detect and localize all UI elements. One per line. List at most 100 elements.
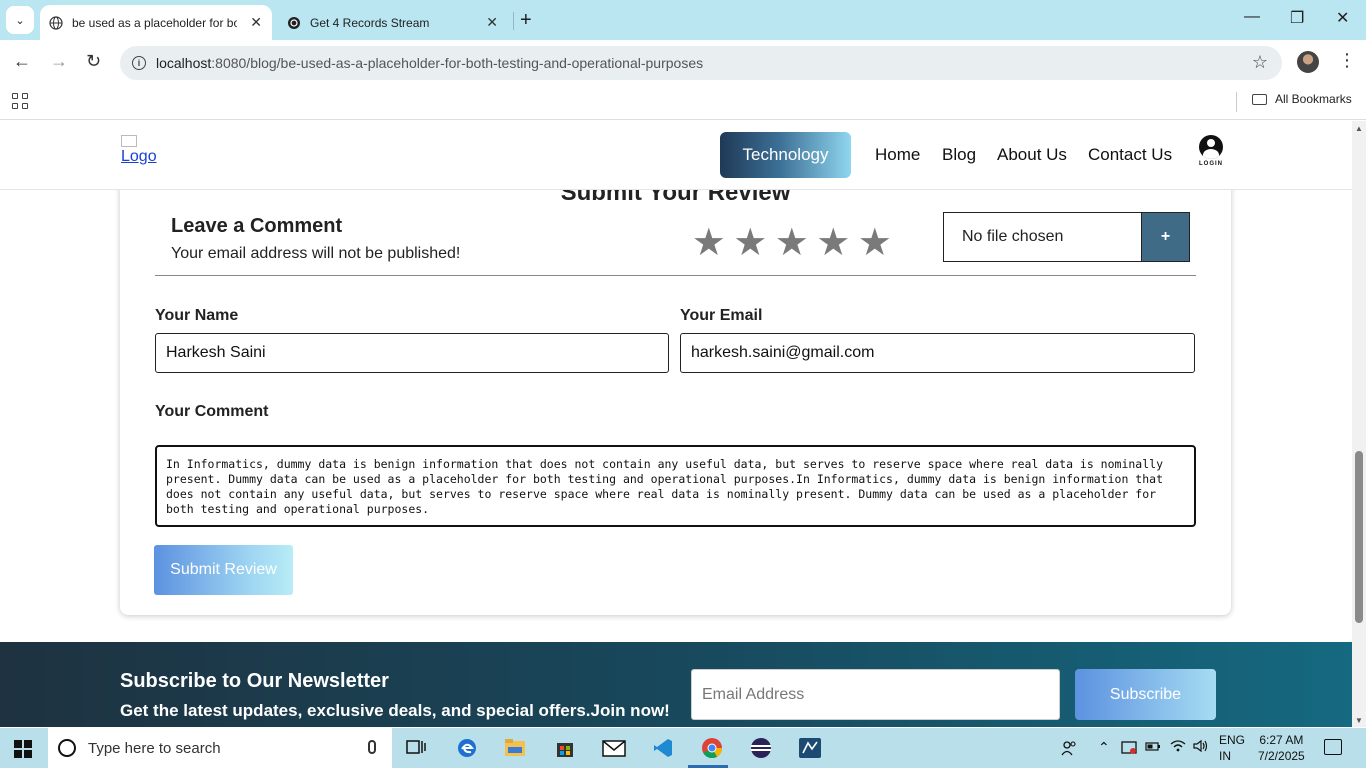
comment-label: Your Comment [155, 403, 269, 420]
tab-search-chevron-icon[interactable]: ⌄ [6, 6, 34, 34]
logo-link[interactable]: Logo [121, 135, 157, 166]
star-rating: ★ ★ ★ ★ ★ [688, 221, 896, 265]
windows-taskbar: Type here to search ⌃ ENG IN 6:27 AM 7/2… [0, 728, 1366, 768]
tab-title: be used as a placeholder for bo [72, 15, 237, 30]
profile-avatar[interactable] [1297, 51, 1319, 73]
chrome-icon[interactable] [700, 736, 724, 760]
people-icon[interactable] [1060, 739, 1078, 760]
rating-star-icon[interactable]: ★ [771, 221, 813, 265]
openai-favicon-icon [286, 15, 302, 31]
rating-star-icon[interactable]: ★ [854, 221, 896, 265]
page-viewport: Submit Your Review Leave a Comment Your … [0, 121, 1352, 727]
page-scrollbar[interactable]: ▲ ▼ [1352, 121, 1366, 727]
bookmark-separator [1236, 92, 1237, 112]
forward-arrow-icon[interactable]: → [50, 51, 68, 72]
browser-toolbar: ← → ↻ i localhost:8080/blog/be-used-as-a… [0, 40, 1366, 86]
rating-star-icon[interactable]: ★ [688, 221, 730, 265]
window-close-icon[interactable]: ✕ [1336, 8, 1349, 28]
all-bookmarks-label: All Bookmarks [1275, 92, 1352, 106]
tab-separator [513, 12, 514, 30]
login-button[interactable]: LOGIN [1197, 135, 1225, 167]
email-label: Your Email [680, 307, 763, 324]
url-host: localhost [156, 55, 212, 71]
clock-date: 7/2/2025 [1258, 749, 1305, 763]
folder-icon [1252, 93, 1267, 105]
submit-review-button[interactable]: Submit Review [154, 545, 293, 595]
language-code: ENG [1219, 733, 1246, 747]
site-info-icon[interactable]: i [132, 56, 146, 70]
minimize-icon[interactable]: — [1244, 8, 1260, 26]
eclipse-icon[interactable] [749, 736, 773, 760]
reload-icon[interactable]: ↻ [86, 51, 101, 72]
tab-title: Get 4 Records Stream [310, 15, 430, 30]
email-field[interactable] [680, 333, 1195, 373]
newsletter-section: Subscribe to Our Newsletter Get the late… [0, 642, 1352, 727]
site-header: Logo Technology Home Blog About Us Conta… [0, 121, 1352, 190]
divider [155, 275, 1196, 276]
battery-icon[interactable] [1145, 739, 1161, 756]
windows-start-icon[interactable] [14, 740, 32, 758]
back-arrow-icon[interactable]: ← [13, 51, 31, 72]
microphone-icon[interactable] [368, 740, 376, 754]
wifi-icon[interactable] [1170, 739, 1186, 756]
workbench-icon[interactable] [798, 736, 822, 760]
newsletter-title: Subscribe to Our Newsletter [120, 670, 389, 692]
tab-records-stream[interactable]: Get 4 Records Stream ✕ [276, 5, 508, 40]
user-icon [1199, 135, 1223, 159]
file-explorer-icon[interactable] [503, 736, 527, 760]
tab-blog-post[interactable]: be used as a placeholder for bo ✕ [40, 5, 272, 40]
all-bookmarks-button[interactable]: All Bookmarks [1252, 92, 1352, 106]
nav-home[interactable]: Home [875, 145, 920, 165]
bookmarks-bar: All Bookmarks [0, 86, 1366, 120]
url-path: :8080/blog/be-used-as-a-placeholder-for-… [211, 55, 704, 71]
file-add-button[interactable]: + [1141, 213, 1189, 261]
login-label: LOGIN [1199, 161, 1223, 167]
nav-blog[interactable]: Blog [942, 145, 976, 165]
address-bar[interactable]: i localhost:8080/blog/be-used-as-a-place… [120, 46, 1282, 80]
scroll-thumb[interactable] [1355, 451, 1363, 623]
clock-time: 6:27 AM [1259, 733, 1304, 747]
name-field[interactable] [155, 333, 669, 373]
logo-alt-text: Logo [121, 148, 157, 165]
edge-icon[interactable] [455, 736, 479, 760]
browser-tabstrip: ⌄ be used as a placeholder for bo ✕ Get … [0, 0, 1366, 40]
new-tab-plus-icon[interactable]: + [520, 9, 532, 32]
nav-technology[interactable]: Technology [720, 132, 851, 178]
leave-comment-title: Leave a Comment [171, 215, 343, 237]
broken-image-icon [121, 135, 137, 147]
language-indicator[interactable]: ENG IN [1219, 732, 1245, 764]
cortana-icon [58, 739, 76, 757]
tab-close-icon[interactable]: ✕ [486, 14, 498, 31]
taskbar-search[interactable]: Type here to search [48, 728, 392, 768]
volume-icon[interactable] [1193, 739, 1209, 756]
nav-contact-us[interactable]: Contact Us [1088, 145, 1172, 165]
bookmark-star-icon[interactable]: ☆ [1252, 52, 1268, 73]
scroll-down-icon[interactable]: ▼ [1355, 716, 1363, 725]
antivirus-icon[interactable] [1121, 739, 1137, 758]
rating-star-icon[interactable]: ★ [813, 221, 855, 265]
globe-favicon-icon [48, 15, 64, 31]
name-label: Your Name [155, 307, 239, 324]
nav-about-us[interactable]: About Us [997, 145, 1067, 165]
microsoft-store-icon[interactable] [553, 736, 577, 760]
apps-grid-icon[interactable] [12, 93, 28, 109]
system-clock[interactable]: 6:27 AM 7/2/2025 [1258, 732, 1305, 764]
tab-close-icon[interactable]: ✕ [250, 14, 262, 31]
file-upload[interactable]: No file chosen + [943, 212, 1190, 262]
taskbar-search-placeholder: Type here to search [88, 739, 221, 757]
vscode-icon[interactable] [651, 736, 675, 760]
file-chosen-label: No file chosen [962, 228, 1064, 245]
task-view-icon[interactable] [404, 736, 428, 760]
notifications-icon[interactable] [1324, 739, 1342, 755]
mail-icon[interactable] [602, 736, 626, 760]
newsletter-subtitle: Get the latest updates, exclusive deals,… [120, 701, 670, 720]
scroll-up-icon[interactable]: ▲ [1355, 124, 1363, 133]
tray-chevron-up-icon[interactable]: ⌃ [1098, 739, 1110, 756]
rating-star-icon[interactable]: ★ [730, 221, 772, 265]
leave-comment-subtitle: Your email address will not be published… [171, 245, 461, 262]
subscribe-button[interactable]: Subscribe [1075, 669, 1216, 720]
browser-menu-icon[interactable]: ⋮ [1338, 50, 1356, 71]
restore-icon[interactable]: ❐ [1290, 8, 1304, 28]
comment-textarea[interactable]: In Informatics, dummy data is benign inf… [155, 445, 1196, 527]
newsletter-email-input[interactable]: Email Address [691, 669, 1060, 720]
